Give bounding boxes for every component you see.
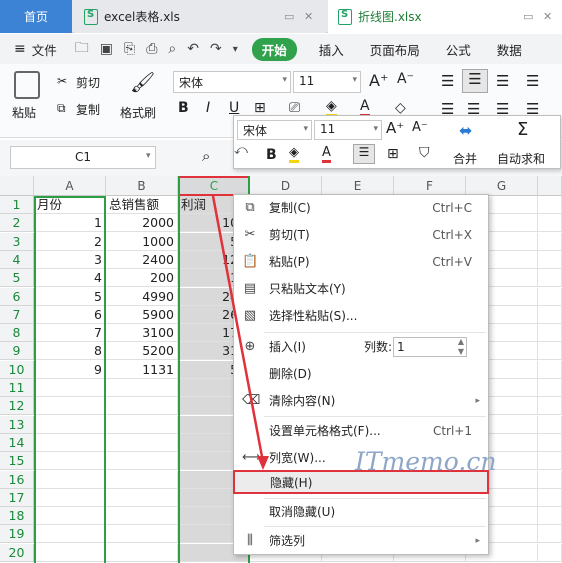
annotation-arrow (211, 195, 269, 470)
watermark: ITmemo.cn (355, 447, 497, 476)
arrow-head (257, 456, 269, 470)
arrow-line (211, 195, 265, 463)
